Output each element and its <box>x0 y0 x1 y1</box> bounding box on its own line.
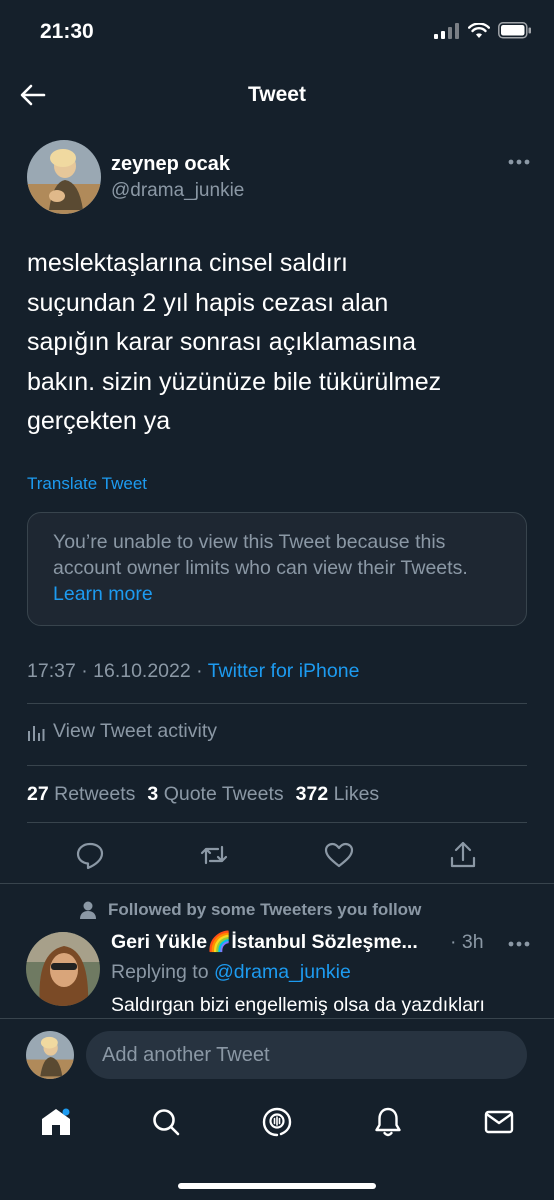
tab-home[interactable] <box>38 1104 74 1140</box>
divider <box>27 822 527 823</box>
social-context: Followed by some Tweeters you follow <box>78 900 421 920</box>
mail-icon <box>484 1110 514 1134</box>
reply-text: Saldırgan bizi engellemiş olsa da yazdık… <box>111 994 485 1016</box>
learn-more-link[interactable]: Learn more <box>53 583 153 605</box>
notice-text: You’re unable to view this Tweet because… <box>53 531 468 579</box>
likes-count: 372 <box>295 783 329 805</box>
replying-label: Replying to <box>111 961 214 983</box>
likes-stat[interactable]: 372 Likes <box>296 783 380 806</box>
divider <box>27 765 527 766</box>
more-horizontal-icon <box>508 159 530 165</box>
bell-icon <box>375 1107 401 1137</box>
share-button[interactable] <box>446 838 480 872</box>
heart-icon <box>324 842 354 868</box>
current-user-avatar[interactable] <box>26 1031 74 1079</box>
signal-icon <box>434 22 459 39</box>
reply-avatar[interactable] <box>26 932 100 1006</box>
tweet-meta: 17:37 · 16.10.2022 · Twitter for iPhone <box>27 660 359 683</box>
reply-author-name[interactable]: Geri Yükle🌈İstanbul Sözleşme... <box>111 930 418 954</box>
header: Tweet <box>0 66 554 124</box>
retweet-button[interactable] <box>197 838 231 872</box>
tab-search[interactable] <box>148 1104 184 1140</box>
tab-spaces[interactable] <box>259 1104 295 1140</box>
retweet-icon <box>200 845 228 865</box>
tab-notifications[interactable] <box>370 1104 406 1140</box>
more-options-button[interactable] <box>504 152 534 172</box>
tab-messages[interactable] <box>481 1104 517 1140</box>
status-bar: 21:30 <box>0 0 554 66</box>
author-handle[interactable]: @drama_junkie <box>111 180 244 202</box>
add-another-tweet-input[interactable] <box>86 1031 527 1079</box>
page-title: Tweet <box>248 83 306 106</box>
divider <box>27 703 527 704</box>
status-icons <box>434 22 532 39</box>
reply-composer <box>0 1018 554 1090</box>
retweets-stat[interactable]: 27 Retweets <box>27 783 135 806</box>
retweets-count: 27 <box>27 783 49 805</box>
divider <box>0 883 554 884</box>
like-button[interactable] <box>322 838 356 872</box>
more-horizontal-icon <box>508 941 530 947</box>
home-icon <box>42 1108 70 1135</box>
battery-icon <box>498 22 531 39</box>
restricted-quote-notice: You’re unable to view this Tweet because… <box>27 512 527 626</box>
retweets-label: Retweets <box>54 783 136 805</box>
wifi-icon <box>468 22 490 38</box>
reply-time: · 3h <box>450 931 484 953</box>
spaces-icon <box>262 1107 292 1137</box>
tweet-line: sapığın karar sonrası açıklamasına <box>27 328 417 356</box>
tweet-stats: 27 Retweets 3 Quote Tweets 372 Likes <box>27 783 391 806</box>
tweet-line: suçundan 2 yıl hapis cezası alan <box>27 288 389 317</box>
search-icon <box>153 1109 180 1136</box>
quotes-label: Quote Tweets <box>163 783 284 805</box>
tweet-line: gerçekten ya <box>27 407 171 435</box>
social-context-text: Followed by some Tweeters you follow <box>108 900 422 919</box>
translate-tweet-link[interactable]: Translate Tweet <box>27 474 147 494</box>
tweet-actions <box>27 838 527 872</box>
reply-more-options-button[interactable] <box>504 934 534 954</box>
analytics-icon <box>28 725 45 741</box>
reply-button[interactable] <box>73 838 107 872</box>
share-icon <box>450 841 476 868</box>
activity-label: View Tweet activity <box>53 720 218 742</box>
quotes-stat[interactable]: 3 Quote Tweets <box>147 783 283 806</box>
tweet-text: meslektaşlarına cinsel saldırı suçundan … <box>27 244 532 442</box>
tweet-timestamp: 17:37 · 16.10.2022 · <box>27 660 208 682</box>
status-time: 21:30 <box>40 20 94 43</box>
view-tweet-activity-button[interactable]: View Tweet activity <box>27 720 217 743</box>
author-avatar[interactable] <box>27 140 101 214</box>
replying-handle-link[interactable]: @drama_junkie <box>214 961 351 983</box>
likes-label: Likes <box>333 783 380 805</box>
person-icon <box>80 901 96 919</box>
tweet-source-link[interactable]: Twitter for iPhone <box>208 660 360 682</box>
reply-icon <box>76 842 104 870</box>
tweet-line: meslektaşlarına cinsel saldırı <box>27 249 348 277</box>
author-name[interactable]: zeynep ocak <box>111 153 230 176</box>
tweet-line: bakın. sizin yüzünüze bile tükürülmez <box>27 367 442 396</box>
quotes-count: 3 <box>147 783 159 805</box>
home-indicator <box>178 1183 376 1189</box>
replying-to: Replying to @drama_junkie <box>111 961 351 984</box>
